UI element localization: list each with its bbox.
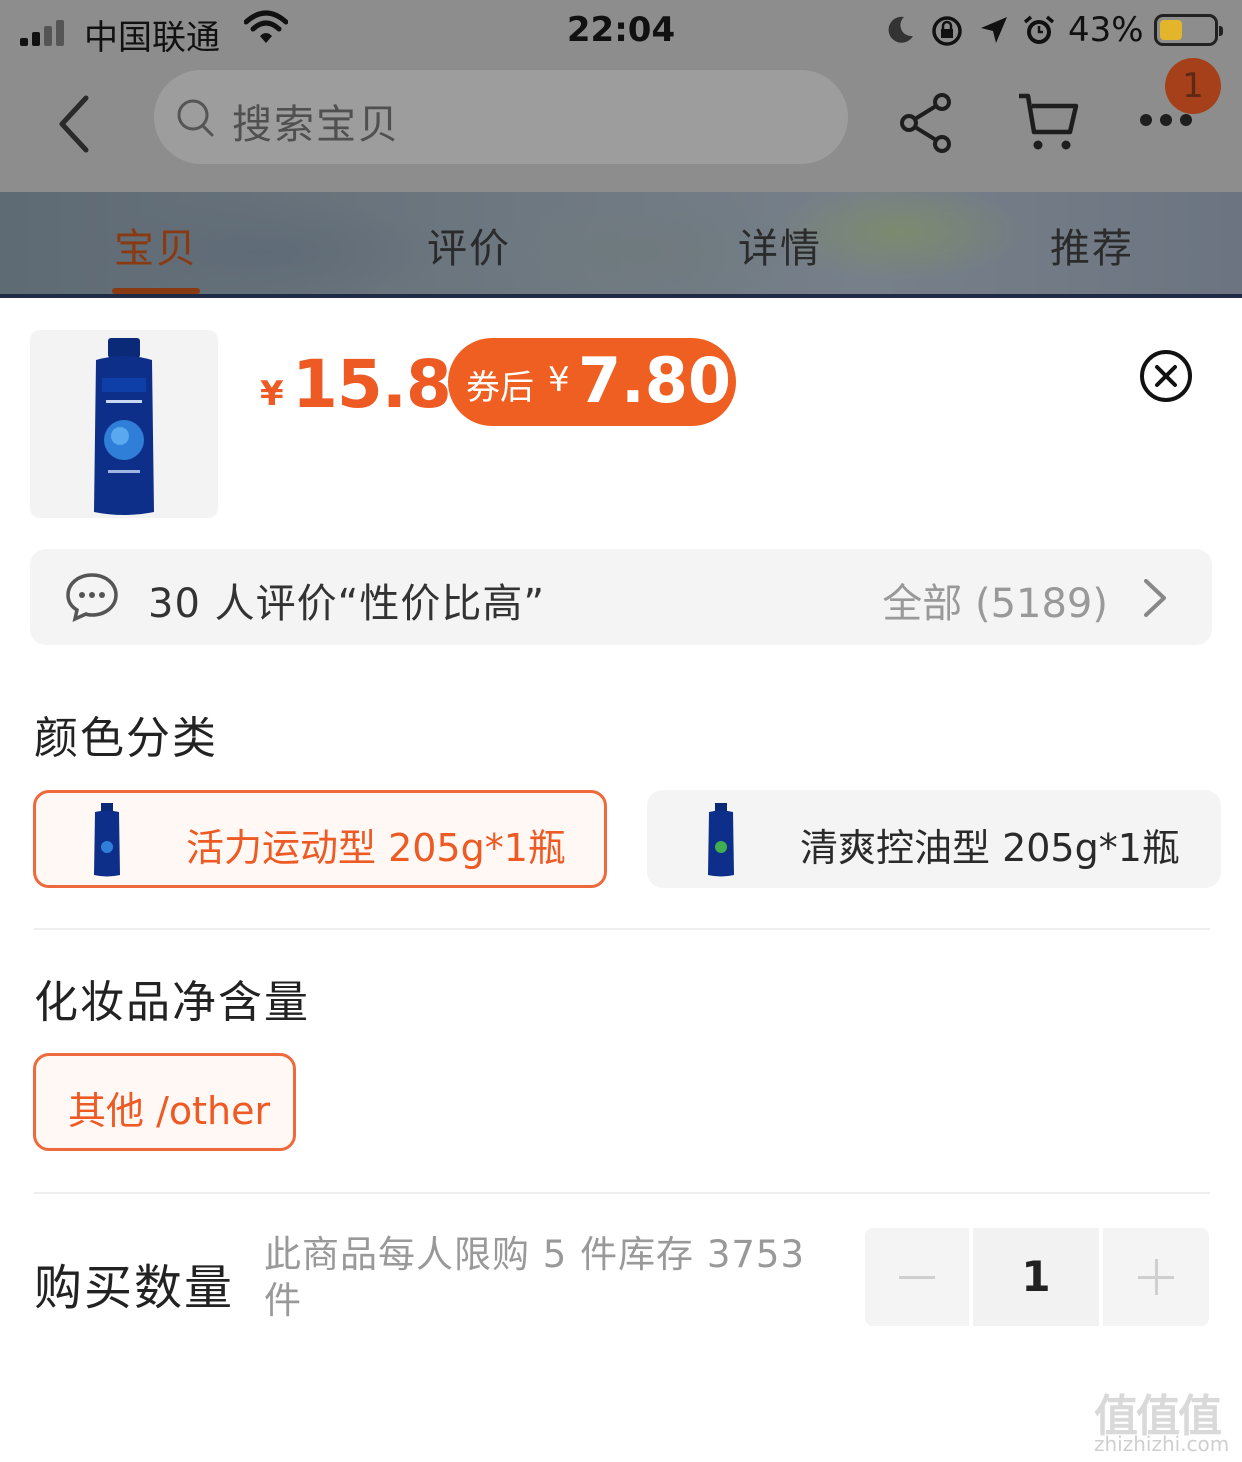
moon-icon <box>884 14 916 50</box>
coupon-price-badge: 券后 ¥ 7.80 <box>448 338 736 426</box>
increase-button[interactable] <box>1103 1228 1209 1326</box>
tab-details[interactable]: 详情 <box>738 216 822 274</box>
tab-baobei[interactable]: 宝贝 <box>112 216 200 294</box>
tab-reviews[interactable]: 评价 <box>427 216 511 274</box>
option-label: 活力运动型 205g*1瓶 <box>186 826 566 870</box>
section-tabs: 宝贝 评价 详情 推荐 <box>0 192 1242 300</box>
option-product-image <box>94 803 120 877</box>
battery-percent: 43% <box>1068 10 1144 50</box>
cart-badge: 1 <box>1165 58 1221 114</box>
location-icon <box>978 14 1010 50</box>
spec-title-net-content: 化妆品净含量 <box>34 977 310 1028</box>
quantity-label: 购买数量 <box>34 1260 235 1316</box>
chat-bubble-icon <box>64 571 120 627</box>
back-icon[interactable] <box>56 94 96 154</box>
search-placeholder: 搜索宝贝 <box>232 102 400 148</box>
sku-selection-sheet: ¥ 15.8 券后 ¥ 7.80 30 人评价“性价比高” 全部 (5189) … <box>0 298 1242 1462</box>
option-label: 其他 /other <box>68 1089 271 1133</box>
option-sport-type[interactable]: 活力运动型 205g*1瓶 <box>33 790 607 888</box>
dimmed-product-page: 中国联通 22:04 43% 搜索宝贝 1 宝贝 评价 详情 推荐 <box>0 0 1242 300</box>
battery-icon <box>1154 14 1223 46</box>
share-icon[interactable] <box>898 92 956 158</box>
signal-icon <box>20 20 72 46</box>
status-bar: 中国联通 22:04 43% <box>0 0 1242 62</box>
wifi-icon <box>243 10 289 50</box>
chevron-right-icon <box>1142 577 1168 623</box>
product-price: 15.8 <box>292 346 452 423</box>
watermark-url: zhizhizhi.com <box>1094 1432 1230 1456</box>
cart-icon[interactable] <box>1016 90 1080 158</box>
decrease-button[interactable] <box>865 1228 969 1326</box>
coupon-currency: ¥ <box>548 360 570 400</box>
product-thumbnail[interactable] <box>30 330 218 518</box>
review-highlight: 30 人评价“性价比高” <box>148 581 546 627</box>
divider <box>34 928 1210 930</box>
option-oil-control-type[interactable]: 清爽控油型 205g*1瓶 <box>647 790 1221 888</box>
alarm-icon <box>1022 14 1056 52</box>
purchase-limit-note: 此商品每人限购 5 件库存 3753 件 <box>264 1233 805 1322</box>
price-currency: ¥ <box>260 374 284 414</box>
option-other[interactable]: 其他 /other <box>33 1053 296 1151</box>
close-icon[interactable] <box>1138 348 1194 408</box>
all-reviews-link[interactable]: 全部 (5189) <box>882 571 1108 629</box>
top-nav-bar: 搜索宝贝 1 <box>0 58 1242 192</box>
watermark: 值值值 zhizhizhi.com <box>1090 1380 1240 1460</box>
quantity-stepper: 1 <box>865 1228 1209 1326</box>
option-product-image <box>708 803 734 877</box>
coupon-label: 券后 <box>466 368 534 408</box>
more-icon[interactable] <box>1140 110 1192 130</box>
orientation-lock-icon <box>930 14 964 52</box>
quantity-value[interactable]: 1 <box>973 1228 1099 1326</box>
search-icon <box>176 98 216 142</box>
carrier-name: 中国联通 <box>84 18 220 58</box>
divider <box>34 1192 1210 1194</box>
option-label: 清爽控油型 205g*1瓶 <box>800 826 1180 870</box>
review-summary-bar[interactable]: 30 人评价“性价比高” 全部 (5189) <box>30 549 1212 645</box>
tab-recommend[interactable]: 推荐 <box>1050 216 1134 274</box>
coupon-price: 7.80 <box>578 344 731 417</box>
search-input[interactable]: 搜索宝贝 <box>154 70 848 164</box>
spec-title-color: 颜色分类 <box>34 713 218 764</box>
